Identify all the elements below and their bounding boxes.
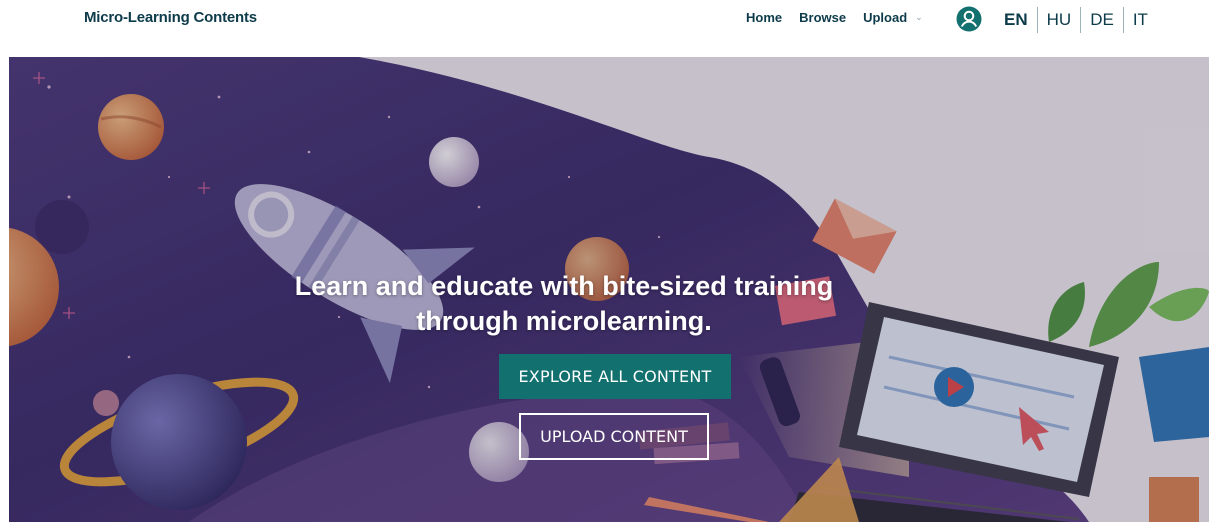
lang-de[interactable]: DE (1081, 10, 1123, 30)
upload-content-button[interactable]: UPLOAD CONTENT (519, 413, 709, 460)
user-circle-icon[interactable] (956, 6, 982, 32)
nav-home-link[interactable]: Home (746, 10, 782, 25)
hero-headline: Learn and educate with bite-sized traini… (249, 269, 879, 339)
site-header: Micro-Learning Contents Home Browse Uplo… (0, 0, 1209, 57)
nav-browse-link[interactable]: Browse (799, 10, 846, 25)
explore-all-content-button[interactable]: EXPLORE ALL CONTENT (499, 354, 731, 399)
hero-banner: Learn and educate with bite-sized traini… (9, 57, 1209, 522)
chevron-down-icon: ⌄ (915, 12, 923, 22)
nav-upload-label: Upload (863, 10, 908, 25)
main-nav: Home Browse Upload ⌄ (746, 10, 923, 25)
hero-headline-line1: Learn and educate with bite-sized traini… (294, 271, 834, 301)
lang-hu[interactable]: HU (1038, 10, 1081, 30)
lang-en[interactable]: EN (1004, 10, 1037, 30)
hero-headline-line2: through microlearning. (416, 306, 712, 336)
site-brand[interactable]: Micro-Learning Contents (84, 9, 257, 26)
lang-it[interactable]: IT (1124, 10, 1157, 30)
language-switcher: EN HU DE IT (1004, 7, 1157, 33)
nav-upload-dropdown[interactable]: Upload ⌄ (863, 10, 923, 25)
